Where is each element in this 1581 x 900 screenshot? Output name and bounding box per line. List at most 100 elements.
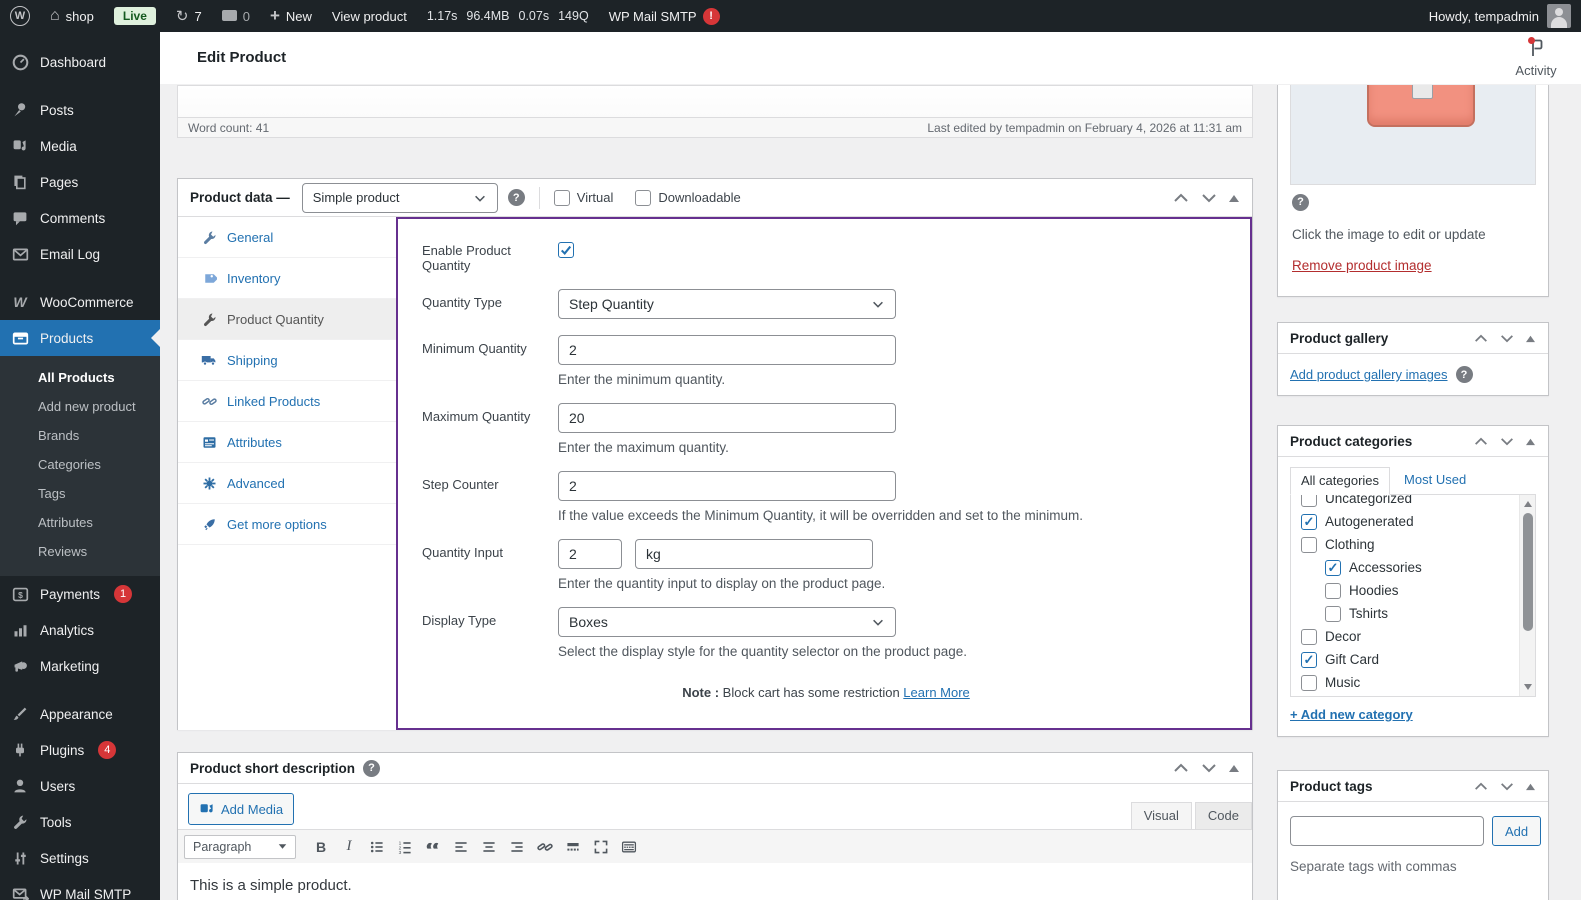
tab-general[interactable]: General: [178, 217, 396, 258]
read-more-tag-button[interactable]: [560, 834, 586, 860]
category-row-decor[interactable]: Decor: [1301, 625, 1519, 648]
sidebar-item-analytics[interactable]: Analytics: [0, 612, 160, 648]
tab-visual[interactable]: Visual: [1130, 802, 1192, 829]
category-checkbox[interactable]: [1325, 582, 1341, 599]
updates-link[interactable]: ↻ 7: [166, 0, 212, 32]
maximum-quantity-input[interactable]: [558, 403, 896, 433]
activity-button[interactable]: Activity: [1513, 37, 1559, 78]
product-type-select[interactable]: Simple product: [301, 182, 498, 213]
align-center-button[interactable]: [476, 834, 502, 860]
help-icon[interactable]: ?: [1455, 366, 1473, 383]
category-checkbox[interactable]: [1325, 605, 1341, 622]
sidebar-item-dashboard[interactable]: Dashboard: [0, 44, 160, 80]
minimum-quantity-input[interactable]: [558, 335, 896, 365]
learn-more-link[interactable]: Learn More: [903, 685, 969, 700]
category-row-music[interactable]: Music: [1301, 671, 1519, 694]
sidebar-item-appearance[interactable]: Appearance: [0, 696, 160, 732]
category-row-clothing[interactable]: Clothing: [1301, 533, 1519, 556]
category-row-gift-card[interactable]: ✓ Gift Card: [1301, 648, 1519, 671]
tab-all-categories[interactable]: All categories: [1290, 467, 1391, 495]
add-new-category-link[interactable]: + Add new category: [1290, 707, 1413, 722]
tab-product-quantity[interactable]: Product Quantity: [178, 299, 396, 340]
category-checkbox[interactable]: ✓: [1301, 651, 1317, 668]
toggle-panel-icon[interactable]: [1228, 193, 1240, 203]
move-up-icon[interactable]: [1473, 435, 1489, 448]
sidebar-item-pages[interactable]: Pages: [0, 164, 160, 200]
step-counter-input[interactable]: [558, 471, 896, 501]
sidebar-item-users[interactable]: Users: [0, 768, 160, 804]
sidebar-item-wp-mail-smtp[interactable]: WP Mail SMTP: [0, 876, 160, 900]
move-up-icon[interactable]: [1473, 780, 1489, 793]
sidebar-item-settings[interactable]: Settings: [0, 840, 160, 876]
add-tag-button[interactable]: Add: [1492, 816, 1542, 846]
main-editor-content-bottom[interactable]: [178, 86, 1252, 117]
quantity-input-value[interactable]: [558, 539, 622, 569]
sidebar-item-marketing[interactable]: Marketing: [0, 648, 160, 684]
category-row-hoodies[interactable]: Hoodies: [1301, 579, 1519, 602]
comments-link[interactable]: 0: [212, 0, 260, 32]
align-left-button[interactable]: [448, 834, 474, 860]
fullscreen-button[interactable]: [588, 834, 614, 860]
add-media-button[interactable]: Add Media: [188, 793, 295, 825]
blockquote-button[interactable]: [420, 834, 446, 860]
display-type-select[interactable]: Boxes: [558, 607, 896, 637]
move-up-icon[interactable]: [1473, 332, 1489, 345]
move-down-icon[interactable]: [1499, 332, 1515, 345]
wp-mail-smtp-link[interactable]: WP Mail SMTP !: [599, 0, 730, 32]
category-scrollbar[interactable]: [1519, 495, 1535, 696]
category-checkbox[interactable]: [1301, 628, 1317, 645]
tab-most-used[interactable]: Most Used: [1404, 472, 1466, 494]
submenu-attributes[interactable]: Attributes: [0, 508, 160, 537]
sidebar-item-payments[interactable]: $ Payments 1: [0, 576, 160, 612]
sidebar-item-tools[interactable]: Tools: [0, 804, 160, 840]
sidebar-item-woocommerce[interactable]: W WooCommerce: [0, 284, 160, 320]
avatar[interactable]: [1547, 4, 1571, 28]
move-down-icon[interactable]: [1499, 435, 1515, 448]
downloadable-checkbox-row[interactable]: Downloadable: [635, 189, 741, 206]
tab-attributes[interactable]: Attributes: [178, 422, 396, 463]
move-up-icon[interactable]: [1172, 761, 1190, 775]
category-checkbox[interactable]: [1301, 495, 1317, 507]
tab-get-more-options[interactable]: Get more options: [178, 504, 396, 545]
scrollbar-thumb[interactable]: [1523, 513, 1533, 631]
tab-code[interactable]: Code: [1194, 802, 1252, 829]
submenu-reviews[interactable]: Reviews: [0, 537, 160, 566]
submenu-categories[interactable]: Categories: [0, 450, 160, 479]
site-link[interactable]: ⌂ shop: [40, 0, 104, 32]
submenu-add-new-product[interactable]: Add new product: [0, 392, 160, 421]
insert-link-button[interactable]: [532, 834, 558, 860]
new-tag-input[interactable]: [1290, 816, 1484, 846]
howdy-account-link[interactable]: Howdy, tempadmin: [1429, 9, 1539, 24]
short-description-content[interactable]: This is a simple product.: [178, 863, 1252, 900]
sidebar-item-plugins[interactable]: Plugins 4: [0, 732, 160, 768]
sidebar-item-products[interactable]: Products: [0, 320, 160, 356]
category-checkbox[interactable]: [1301, 536, 1317, 553]
query-monitor-stats[interactable]: 1.17s 96.4MB 0.07s 149Q: [417, 9, 599, 23]
remove-product-image-link[interactable]: Remove product image: [1292, 258, 1432, 273]
toggle-panel-icon[interactable]: [1525, 782, 1536, 791]
bold-button[interactable]: B: [308, 834, 334, 860]
quantity-type-select[interactable]: Step Quantity: [558, 289, 896, 319]
enable-product-quantity-checkbox[interactable]: [558, 242, 574, 258]
scroll-down-arrow[interactable]: [1524, 684, 1532, 690]
submenu-all-products[interactable]: All Products: [0, 363, 160, 392]
sidebar-item-email-log[interactable]: Email Log: [0, 236, 160, 272]
move-down-icon[interactable]: [1200, 761, 1218, 775]
sidebar-item-posts[interactable]: Posts: [0, 92, 160, 128]
wordpress-menu[interactable]: W: [0, 0, 40, 32]
category-row-tshirts[interactable]: Tshirts: [1301, 602, 1519, 625]
tab-shipping[interactable]: Shipping: [178, 340, 396, 381]
move-down-icon[interactable]: [1499, 780, 1515, 793]
scroll-up-arrow[interactable]: [1524, 501, 1532, 507]
submenu-tags[interactable]: Tags: [0, 479, 160, 508]
category-checkbox[interactable]: [1301, 674, 1317, 691]
add-gallery-images-link[interactable]: Add product gallery images: [1290, 367, 1448, 382]
category-checkbox[interactable]: ✓: [1325, 559, 1341, 576]
view-product-link[interactable]: View product: [322, 0, 417, 32]
downloadable-checkbox[interactable]: [635, 189, 652, 206]
virtual-checkbox[interactable]: [553, 189, 570, 206]
quantity-input-unit[interactable]: [635, 539, 873, 569]
paragraph-format-select[interactable]: Paragraph: [184, 834, 296, 859]
new-content-menu[interactable]: + New: [260, 0, 322, 32]
numbered-list-button[interactable]: 123: [392, 834, 418, 860]
